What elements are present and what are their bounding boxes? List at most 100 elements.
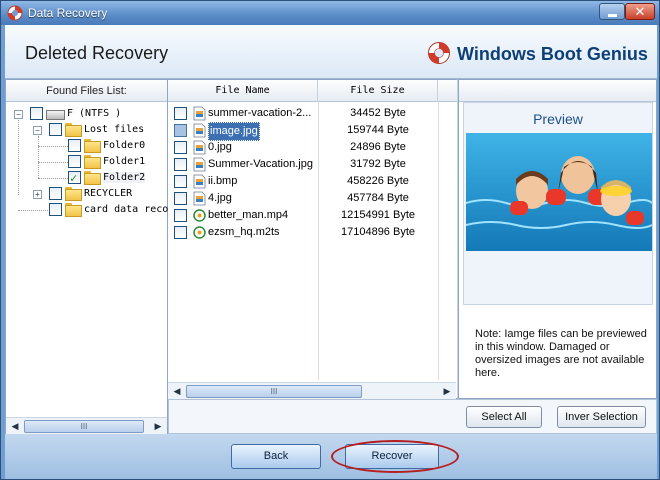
preview-note: Note: Iamge files can be previewed in th…	[475, 328, 647, 379]
tree-node-recycler[interactable]: RECYCLER	[49, 186, 132, 202]
file-checkbox[interactable]	[174, 124, 187, 137]
file-checkbox[interactable]	[174, 175, 187, 188]
folder-icon	[84, 171, 101, 185]
lifebuoy-icon	[7, 5, 23, 21]
file-size: 458226 Byte	[347, 175, 409, 187]
tree-header: Found Files List:	[6, 80, 167, 102]
tree-checkbox[interactable]	[49, 122, 62, 136]
file-size: 12154991 Byte	[340, 209, 415, 221]
image-file-icon	[193, 174, 206, 189]
back-button[interactable]: Back	[231, 444, 321, 469]
file-list-header: File Name File Size	[168, 80, 457, 102]
file-name: 4.jpg	[208, 192, 232, 204]
file-checkbox[interactable]	[174, 158, 187, 171]
file-size: 34452 Byte	[350, 107, 406, 119]
close-button[interactable]: ✕	[625, 3, 655, 20]
scroll-right-icon[interactable]: ▶	[151, 420, 165, 433]
brand-name: Windows Boot Genius	[457, 44, 648, 64]
scroll-left-icon[interactable]: ◀	[8, 420, 22, 433]
file-row[interactable]: 0.jpg 24896 Byte	[168, 139, 458, 156]
file-checkbox[interactable]	[174, 192, 187, 205]
close-icon: ✕	[634, 4, 646, 19]
file-row[interactable]: ii.bmp 458226 Byte	[168, 173, 458, 190]
file-row[interactable]: summer-vacation-2... 34452 Byte	[168, 105, 458, 122]
page-title: Deleted Recovery	[25, 43, 169, 63]
scroll-right-icon[interactable]: ▶	[440, 385, 454, 398]
file-size: 24896 Byte	[350, 141, 406, 153]
tree-node-card-data[interactable]: card data reco	[49, 202, 168, 218]
folder-icon	[65, 123, 82, 137]
file-size: 31792 Byte	[350, 158, 406, 170]
tree-horizontal-scrollbar[interactable]: ◀ III ▶	[6, 417, 167, 434]
file-size: 159744 Byte	[347, 124, 409, 136]
lifebuoy-logo-icon	[428, 42, 450, 64]
inverse-selection-button[interactable]: Inver Selection	[557, 406, 646, 428]
preview-image	[466, 133, 652, 251]
preview-title: Preview	[533, 111, 583, 127]
image-file-icon	[193, 191, 206, 206]
folder-icon	[84, 155, 101, 169]
file-name: better_man.mp4	[208, 209, 289, 221]
video-file-icon	[193, 226, 206, 239]
file-row[interactable]: better_man.mp4 12154991 Byte	[168, 207, 458, 224]
image-file-icon	[193, 123, 206, 138]
tree-checkbox[interactable]	[68, 154, 81, 168]
scroll-left-icon[interactable]: ◀	[170, 385, 184, 398]
file-row[interactable]: image.jpg 159744 Byte	[168, 122, 458, 141]
collapse-toggle[interactable]: −	[14, 110, 23, 119]
select-all-button[interactable]: Select All	[466, 406, 542, 428]
file-row[interactable]: ezsm_hq.m2ts 17104896 Byte	[168, 224, 458, 241]
folder-icon	[65, 203, 82, 217]
file-name: ii.bmp	[208, 175, 238, 187]
file-checkbox[interactable]	[174, 226, 187, 239]
column-file-size[interactable]: File Size	[318, 80, 438, 102]
scroll-thumb[interactable]: III	[186, 385, 362, 398]
minimize-button[interactable]	[599, 3, 625, 20]
file-size: 17104896 Byte	[340, 226, 415, 238]
preview-box: Preview	[463, 102, 653, 305]
tree-checkbox[interactable]	[49, 202, 62, 216]
tree-node-lost-files[interactable]: Lost files	[49, 122, 144, 138]
header-banner: Deleted Recovery Windows Boot Genius	[5, 25, 657, 79]
tree-checkbox[interactable]	[30, 106, 43, 120]
file-checkbox[interactable]	[174, 141, 187, 154]
tree-checkbox[interactable]	[49, 186, 62, 200]
data-recovery-window: Data Recovery ✕ Deleted Recovery Windows…	[0, 0, 660, 480]
column-file-name[interactable]: File Name	[168, 80, 318, 102]
file-name: summer-vacation-2...	[208, 107, 312, 119]
window-title: Data Recovery	[28, 6, 108, 20]
tree-node-folder0[interactable]: Folder0	[68, 138, 145, 154]
tree-node-folder2[interactable]: Folder2	[68, 170, 146, 186]
file-name: 0.jpg	[208, 141, 232, 153]
recover-highlight-ring	[331, 440, 459, 473]
file-name: Summer-Vacation.jpg	[208, 158, 313, 170]
file-size: 457784 Byte	[347, 192, 409, 204]
tree-node-drive[interactable]: F (NTFS )	[30, 106, 121, 122]
footer-bar: Back Recover	[5, 434, 657, 479]
preview-header-bar	[459, 80, 656, 102]
expand-toggle[interactable]: +	[33, 190, 42, 199]
selection-toolbar: Select All Inver Selection	[168, 399, 657, 434]
tree-checkbox-checked[interactable]	[68, 170, 81, 186]
file-checkbox[interactable]	[174, 107, 187, 120]
file-name: ezsm_hq.m2ts	[208, 226, 280, 238]
image-file-icon	[193, 157, 206, 172]
file-checkbox[interactable]	[174, 209, 187, 222]
image-file-icon	[193, 140, 206, 155]
tree-checkbox[interactable]	[68, 138, 81, 152]
video-file-icon	[193, 209, 206, 222]
file-list: File Name File Size summer-vacation-2...…	[168, 79, 458, 399]
collapse-toggle[interactable]: −	[33, 126, 42, 135]
folder-icon	[84, 139, 101, 153]
scroll-thumb[interactable]: III	[24, 420, 144, 433]
preview-panel: Preview Note: Iamge files can be preview…	[458, 79, 657, 399]
file-row[interactable]: Summer-Vacation.jpg 31792 Byte	[168, 156, 458, 173]
file-list-horizontal-scrollbar[interactable]: ◀ III ▶	[168, 382, 456, 399]
title-bar: Data Recovery ✕	[1, 1, 659, 25]
image-file-icon	[193, 106, 206, 121]
tree-node-folder1[interactable]: Folder1	[68, 154, 145, 170]
found-files-tree: Found Files List: − F (NTFS ) − Lost fil…	[5, 79, 168, 434]
drive-icon	[46, 107, 65, 120]
file-row[interactable]: 4.jpg 457784 Byte	[168, 190, 458, 207]
folder-icon	[65, 187, 82, 201]
